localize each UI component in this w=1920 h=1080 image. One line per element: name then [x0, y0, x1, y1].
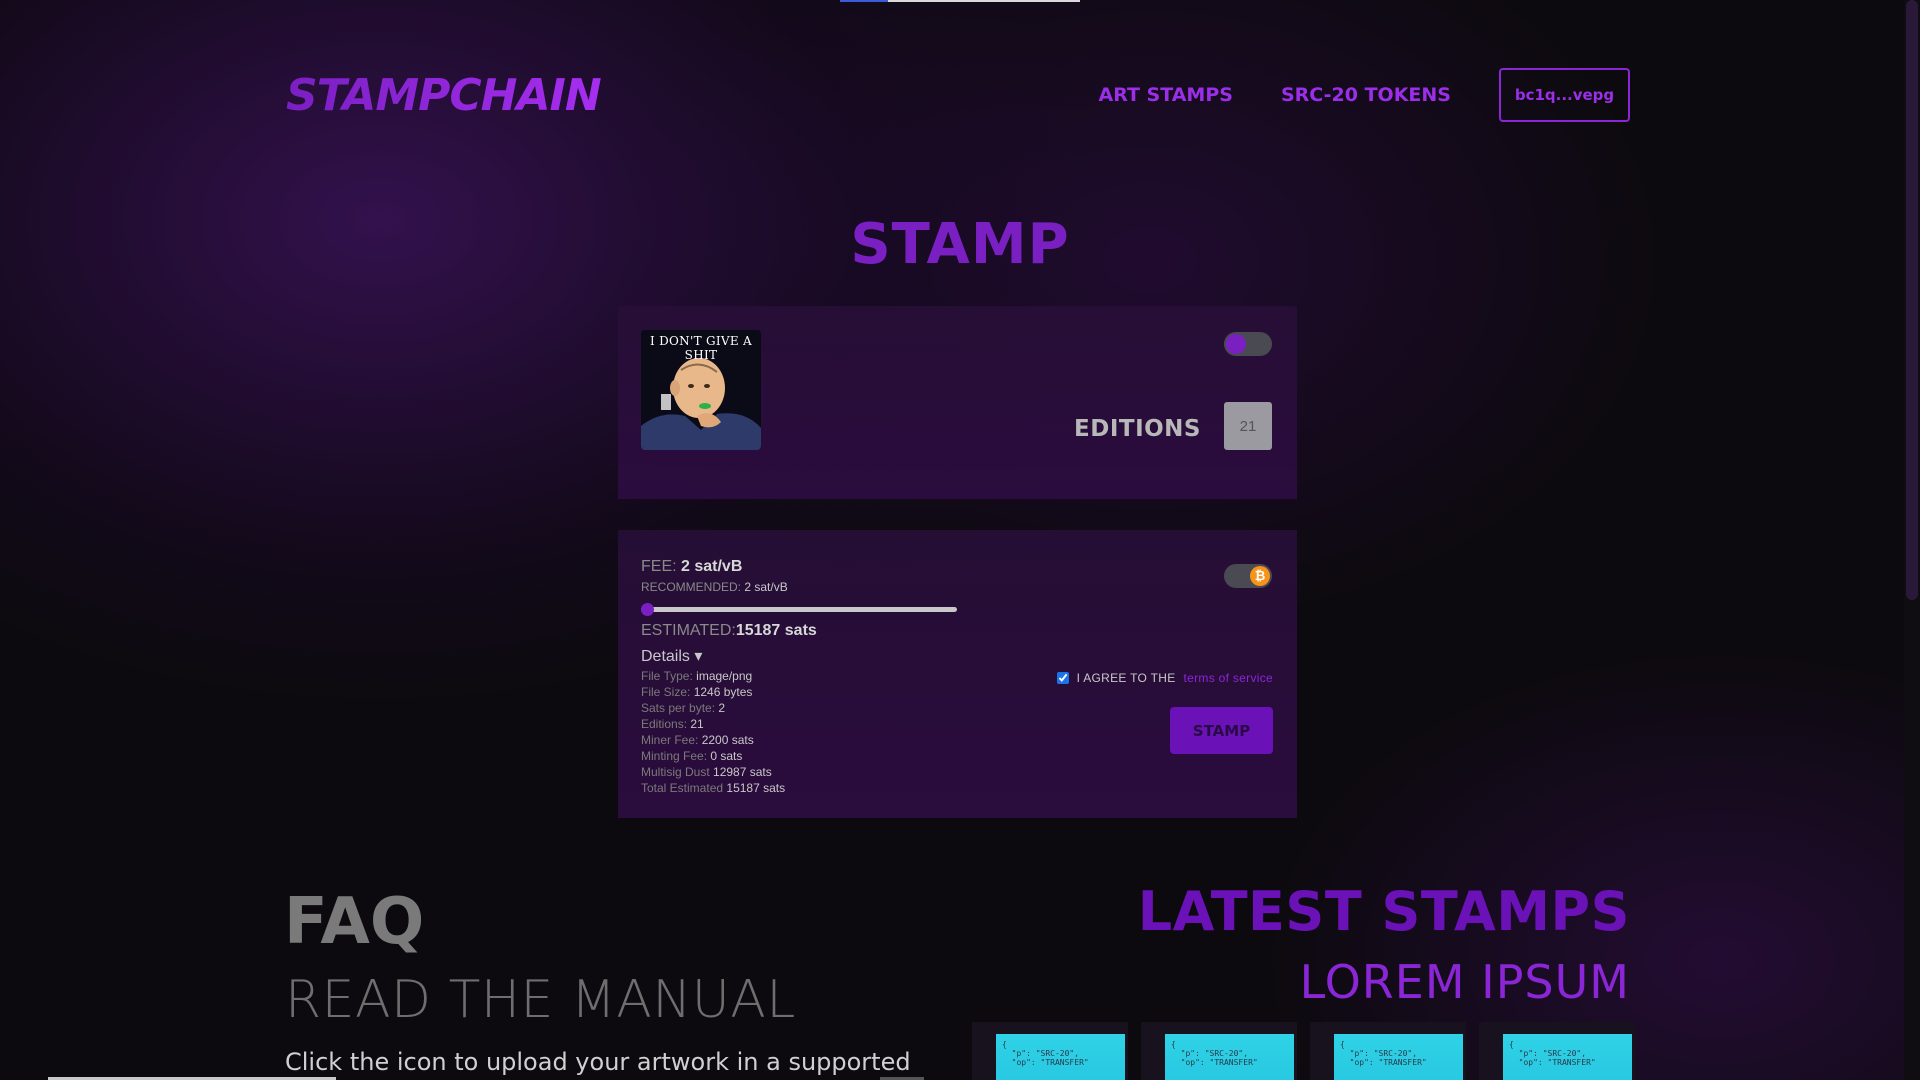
fee-line: FEE: 2 sat/vB: [641, 558, 742, 576]
faq-subtitle: READ THE MANUAL: [285, 970, 796, 1030]
artwork-caption: I DON'T GIVE A SHIT: [649, 334, 753, 362]
detail-value: 12987 sats: [713, 765, 772, 779]
stamp-card[interactable]: { "p": "SRC-20", "op": "TRANSFER": [1141, 1022, 1297, 1080]
details-toggle[interactable]: Details ▾: [641, 646, 702, 666]
bitcoin-fee-toggle[interactable]: ₿: [1224, 564, 1272, 588]
loading-bar: [840, 0, 1080, 2]
terms-agreement: I AGREE TO THE terms of service: [1056, 671, 1274, 685]
fee-panel: FEE: 2 sat/vB RECOMMENDED: 2 sat/vB ESTI…: [618, 530, 1297, 818]
detail-value: 0 sats: [710, 749, 743, 763]
loading-bar-progress: [840, 0, 888, 2]
stamp-card[interactable]: { "p": "SRC-20", "op": "TRANSFER": [1310, 1022, 1466, 1080]
detail-row: File Size: 1246 bytes: [641, 684, 785, 700]
stamp-card-preview: { "p": "SRC-20", "op": "TRANSFER": [1334, 1034, 1463, 1080]
wallet-button[interactable]: bc1q...vepg: [1499, 68, 1630, 122]
detail-row: Sats per byte: 2: [641, 700, 785, 716]
fee-slider-handle[interactable]: [641, 603, 654, 616]
recommended-value: 2 sat/vB: [744, 580, 788, 594]
detail-row: Total Estimated 15187 sats: [641, 780, 785, 796]
latest-stamps-subtitle: LOREM IPSUM: [1299, 955, 1630, 1009]
detail-label: Sats per byte:: [641, 701, 716, 715]
latest-stamps-list: { "p": "SRC-20", "op": "TRANSFER" { "p":…: [972, 1022, 1648, 1080]
recommended-label: RECOMMENDED:: [641, 580, 742, 594]
detail-label: File Size:: [641, 685, 691, 699]
detail-value: image/png: [696, 669, 753, 683]
fee-value: 2 sat/vB: [681, 558, 743, 575]
latest-stamps-title: LATEST STAMPS: [1137, 880, 1630, 943]
detail-row: Multisig Dust 12987 sats: [641, 764, 785, 780]
detail-value: 1246 bytes: [693, 685, 753, 699]
faq-text: Click the icon to upload your artwork in…: [285, 1048, 911, 1076]
scrollbar-thumb[interactable]: [1906, 0, 1918, 600]
upload-panel: I DON'T GIVE A SHIT EDITIONS: [618, 306, 1297, 499]
stamp-card-preview: { "p": "SRC-20", "op": "TRANSFER": [1503, 1034, 1632, 1080]
logo[interactable]: STAMPCHAIN: [286, 70, 602, 121]
detail-label: Miner Fee:: [641, 733, 699, 747]
detail-row: Miner Fee: 2200 sats: [641, 732, 785, 748]
estimated-label: ESTIMATED:: [641, 622, 736, 639]
detail-row: File Type: image/png: [641, 668, 785, 684]
detail-label: Editions:: [641, 717, 688, 731]
detail-label: Minting Fee:: [641, 749, 708, 763]
main-nav: ART STAMPS SRC-20 TOKENS bc1q...vepg: [1099, 68, 1630, 122]
toggle-knob: [1226, 334, 1246, 354]
upload-mode-toggle[interactable]: [1224, 332, 1272, 356]
bitcoin-icon: ₿: [1250, 566, 1270, 586]
detail-label: File Type:: [641, 669, 693, 683]
stamp-button[interactable]: STAMP: [1170, 707, 1273, 754]
editions-input[interactable]: [1224, 402, 1272, 450]
detail-value: 15187 sats: [726, 781, 786, 795]
detail-label: Multisig Dust: [641, 765, 710, 779]
estimated-line: ESTIMATED:15187 sats: [641, 622, 817, 640]
detail-label: Total Estimated: [641, 781, 724, 795]
terms-checkbox[interactable]: [1056, 672, 1069, 684]
artwork-upload-preview[interactable]: I DON'T GIVE A SHIT: [641, 330, 761, 450]
recommended-line: RECOMMENDED: 2 sat/vB: [641, 580, 788, 594]
stamp-card[interactable]: { "p": "SRC-20", "op": "TRANSFER": [972, 1022, 1128, 1080]
stamp-card[interactable]: { "p": "SRC-20", "op": "TRANSFER": [1479, 1022, 1635, 1080]
scrollbar[interactable]: [1904, 0, 1920, 1080]
terms-link[interactable]: terms of service: [1184, 671, 1274, 685]
detail-value: 21: [690, 717, 704, 731]
detail-row: Editions: 21: [641, 716, 785, 732]
estimated-value: 15187 sats: [735, 622, 817, 639]
detail-value: 2: [718, 701, 726, 715]
nav-art-stamps[interactable]: ART STAMPS: [1099, 84, 1233, 106]
stamp-card-preview: { "p": "SRC-20", "op": "TRANSFER": [1165, 1034, 1294, 1080]
detail-value: 2200 sats: [701, 733, 754, 747]
fee-slider[interactable]: [641, 603, 957, 616]
fee-label: FEE:: [641, 558, 677, 575]
agree-text: I AGREE TO THE: [1076, 671, 1176, 685]
faq-title: FAQ: [284, 885, 425, 959]
details-list: File Type: image/png File Size: 1246 byt…: [641, 668, 785, 796]
nav-src20-tokens[interactable]: SRC-20 TOKENS: [1281, 84, 1451, 106]
detail-row: Minting Fee: 0 sats: [641, 748, 785, 764]
editions-label: EDITIONS: [1074, 416, 1201, 442]
page-title: STAMP: [850, 212, 1070, 277]
stamp-card-preview: { "p": "SRC-20", "op": "TRANSFER": [996, 1034, 1125, 1080]
